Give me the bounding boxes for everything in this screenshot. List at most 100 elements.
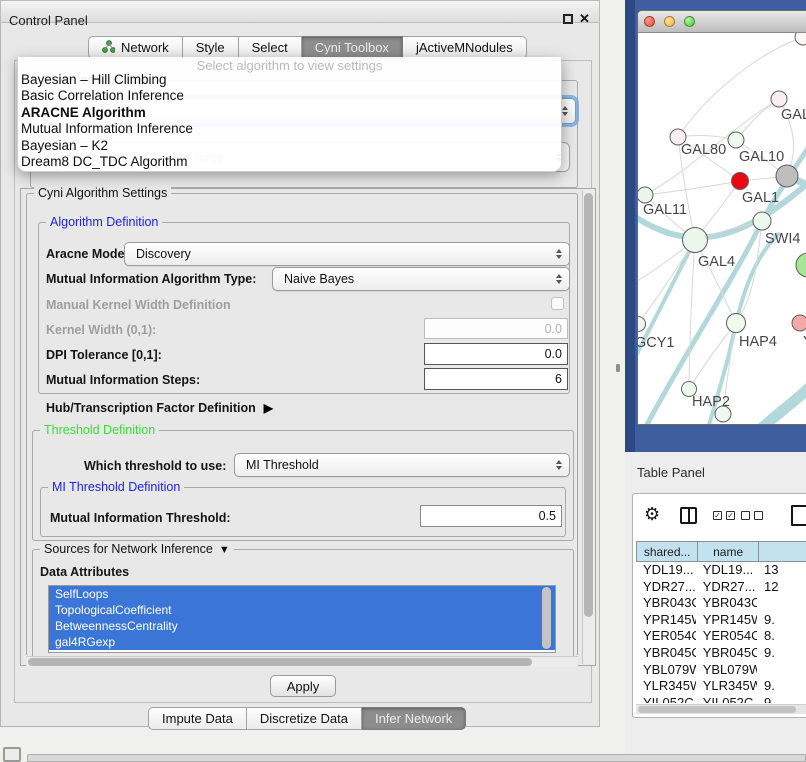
network-node-gal11[interactable]	[638, 187, 653, 203]
node-label: SWI4	[765, 231, 800, 247]
network-window-titlebar[interactable]	[638, 11, 806, 33]
dropdown-item[interactable]: Mutual Information Inference	[18, 121, 561, 137]
column-header-shared-name[interactable]: shared...	[636, 541, 697, 562]
mi-threshold-definition-title: MI Threshold Definition	[48, 480, 184, 494]
deselect-all-checkbox-icon[interactable]	[741, 511, 750, 520]
table-cell: YBR045C	[636, 645, 696, 662]
table-row[interactable]: YPR145WYPR145W9.	[636, 612, 806, 629]
table-row[interactable]: YDR27...YDR27...12	[636, 579, 806, 596]
tab-jactivemnodules[interactable]: jActiveMNodules	[403, 36, 527, 59]
table-cell: 8.	[757, 628, 806, 645]
select-all-checkbox-icon[interactable]: ✓	[713, 511, 722, 520]
dropdown-item[interactable]: Basic Correlation Inference	[18, 88, 561, 104]
gear-icon[interactable]: ⚙	[644, 504, 660, 525]
node-label: GCY1	[638, 335, 675, 351]
manual-kernel-checkbox[interactable]	[551, 297, 564, 310]
document-icon[interactable]	[791, 505, 806, 526]
dropdown-item[interactable]: Bayesian – K2	[18, 138, 561, 154]
node-label: GAL80	[681, 142, 726, 158]
kernel-width-field[interactable]: 0.0	[424, 318, 568, 339]
which-threshold-combo[interactable]: MI Threshold	[234, 453, 570, 477]
kernel-width-label: Kernel Width (0,1):	[46, 323, 156, 337]
select-all-checkbox-icon[interactable]: ✓	[726, 511, 735, 520]
tab-label: Cyni Toolbox	[315, 40, 389, 55]
tab-cyni-toolbox[interactable]: Cyni Toolbox	[302, 36, 403, 59]
bottom-left-button[interactable]	[3, 747, 21, 762]
horizontal-scrollbar-thumb[interactable]	[28, 658, 532, 666]
network-node-gal1[interactable]	[732, 173, 749, 190]
table-cell: YBL079W	[696, 662, 757, 679]
network-node-gal10[interactable]	[728, 132, 744, 148]
node-label: GAL11	[643, 202, 687, 218]
mac-minimize-icon[interactable]	[664, 16, 675, 27]
network-node-hap4[interactable]	[727, 314, 746, 333]
which-threshold-label: Which threshold to use:	[84, 459, 226, 473]
attribute-list-item[interactable]: SelfLoops	[49, 586, 555, 602]
mac-zoom-icon[interactable]	[684, 16, 695, 27]
splitter-handle[interactable]	[616, 364, 620, 372]
collapse-arrow-icon[interactable]: ▼	[219, 544, 230, 556]
network-canvas[interactable]: GALGAL80GAL10GAL1GAL11SWI4GAL4GCY1HAP4YH…	[638, 33, 806, 424]
float-window-icon[interactable]	[563, 14, 573, 24]
apply-button[interactable]: Apply	[270, 675, 336, 697]
network-node[interactable]	[715, 406, 731, 422]
table-horizontal-scrollbar-thumb[interactable]	[638, 706, 796, 713]
tab-infer-network[interactable]: Infer Network	[362, 707, 466, 730]
table-cell: 12	[757, 579, 806, 596]
tab-style[interactable]: Style	[183, 36, 239, 59]
mac-close-icon[interactable]	[644, 16, 655, 27]
attributes-scrollbar-thumb[interactable]	[542, 587, 551, 649]
mi-threshold-field[interactable]: 0.5	[420, 505, 562, 527]
hub-definition-label: Hub/Transcription Factor Definition	[46, 401, 256, 415]
dropdown-item[interactable]: ARACNE Algorithm	[18, 105, 561, 121]
tab-impute-data[interactable]: Impute Data	[148, 707, 247, 730]
table-cell: 9.	[757, 678, 806, 695]
deselect-all-checkbox-icon[interactable]	[754, 511, 763, 520]
data-attributes-list[interactable]: SelfLoopsTopologicalCoefficientBetweenne…	[48, 585, 556, 653]
mi-steps-label: Mutual Information Steps:	[46, 373, 200, 387]
table-row[interactable]: YBL079WYBL079W	[636, 662, 806, 679]
hub-definition-expander[interactable]: Hub/Transcription Factor Definition ▶	[46, 401, 273, 415]
mi-type-combo[interactable]: Naive Bayes	[272, 267, 570, 291]
dropdown-item[interactable]: Dream8 DC_TDC Algorithm	[18, 154, 561, 170]
combo-stepper-icon	[562, 106, 568, 116]
table-row[interactable]: YDL19...YDL19...13	[636, 562, 806, 579]
expand-arrow-icon[interactable]: ▶	[264, 401, 273, 415]
network-node-y[interactable]	[792, 315, 806, 331]
combo-stepper-icon	[556, 460, 562, 470]
tab-discretize-data[interactable]: Discretize Data	[247, 707, 362, 730]
table-row[interactable]: YLR345WYLR345W9.	[636, 678, 806, 695]
attribute-list-item[interactable]: BetweennessCentrality	[49, 618, 555, 634]
column-header-partial[interactable]	[758, 541, 806, 562]
close-icon[interactable]: ✕	[579, 11, 590, 27]
table-row[interactable]: YIL052CYIL052C9	[636, 695, 806, 703]
table-cell: YBR043C	[636, 595, 696, 612]
attribute-list-item[interactable]: TopologicalCoefficient	[49, 602, 555, 618]
network-node[interactable]	[776, 165, 798, 187]
network-node[interactable]	[796, 253, 806, 277]
table-row[interactable]: YBR043CYBR043C	[636, 595, 806, 612]
threshold-definition-title: Threshold Definition	[40, 423, 159, 437]
network-node-gal[interactable]	[771, 91, 787, 107]
network-node-swi4[interactable]	[753, 212, 771, 230]
vertical-scrollbar-thumb[interactable]	[584, 193, 593, 617]
network-node-gal4[interactable]	[683, 228, 708, 253]
network-nodes[interactable]: GALGAL80GAL10GAL1GAL11SWI4GAL4GCY1HAP4YH…	[638, 33, 806, 422]
table-cell: YER054C	[696, 628, 757, 645]
mi-steps-field[interactable]: 6	[424, 368, 568, 390]
column-header-name[interactable]: name	[697, 541, 758, 562]
tab-network[interactable]: Network	[88, 36, 183, 59]
network-node-gcy1[interactable]	[638, 317, 646, 332]
aracne-mode-combo[interactable]: Discovery	[124, 242, 570, 266]
dropdown-item[interactable]: Bayesian – Hill Climbing	[18, 72, 561, 88]
columns-icon[interactable]	[680, 507, 697, 524]
cyni-algorithm-settings-title: Cyni Algorithm Settings	[34, 186, 171, 200]
attribute-list-item[interactable]: gal4RGexp	[49, 634, 555, 650]
tab-select[interactable]: Select	[239, 36, 302, 59]
dpi-tolerance-field[interactable]: 0.0	[424, 343, 568, 365]
network-node[interactable]	[795, 33, 806, 45]
table-row[interactable]: YER054CYER054C8.	[636, 628, 806, 645]
table-cell: 9	[757, 695, 806, 703]
table-row[interactable]: YBR045CYBR045C9.	[636, 645, 806, 662]
bottom-scrollbar[interactable]	[27, 754, 806, 762]
